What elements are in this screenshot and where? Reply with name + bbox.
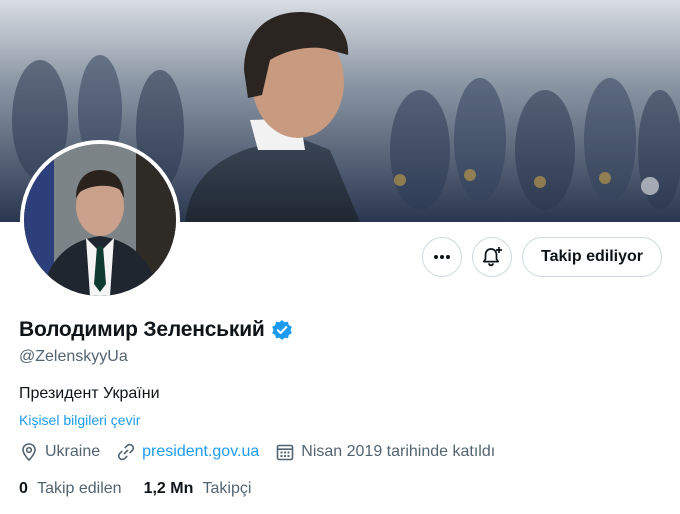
- avatar[interactable]: [20, 140, 180, 300]
- bio: Президент України: [19, 385, 160, 402]
- website: president.gov.ua: [116, 442, 259, 462]
- following-label: Takip edilen: [37, 480, 122, 497]
- display-name-row: Володимир Зеленський: [19, 318, 293, 342]
- link-icon: [118, 443, 135, 461]
- bell-plus-icon: [482, 247, 503, 267]
- verified-badge-icon[interactable]: [271, 319, 293, 341]
- following-count: 0: [19, 480, 28, 497]
- location: Ukraine: [19, 442, 100, 462]
- avatar-image: [24, 144, 176, 296]
- website-link[interactable]: president.gov.ua: [142, 443, 259, 461]
- profile-actions: Takip ediliyor: [422, 237, 662, 277]
- followers-stat[interactable]: 1,2 Mn Takipçi: [144, 480, 252, 498]
- followers-label: Takipçi: [202, 480, 252, 497]
- join-date: Nisan 2019 tarihinde katıldı: [275, 442, 495, 462]
- translate-bio-link[interactable]: Kişisel bilgileri çevir: [19, 412, 140, 428]
- join-date-text: Nisan 2019 tarihinde katıldı: [301, 443, 496, 460]
- calendar-icon: [276, 444, 294, 461]
- following-button[interactable]: Takip ediliyor: [522, 237, 662, 277]
- followers-count: 1,2 Mn: [143, 480, 194, 497]
- more-button[interactable]: [422, 237, 463, 277]
- profile-meta: Ukraine president.gov.ua Nisan 2019 tari…: [19, 442, 511, 462]
- location-text: Ukraine: [45, 443, 101, 460]
- display-name: Володимир Зеленський: [19, 318, 265, 341]
- following-stat[interactable]: 0 Takip edilen: [19, 480, 122, 498]
- notifications-button[interactable]: [472, 237, 513, 277]
- handle: @ZelenskyyUa: [19, 348, 128, 365]
- follow-stats: 0 Takip edilen 1,2 Mn Takipçi: [19, 480, 273, 498]
- more-horizontal-icon: [434, 255, 451, 259]
- map-pin-icon: [22, 443, 36, 462]
